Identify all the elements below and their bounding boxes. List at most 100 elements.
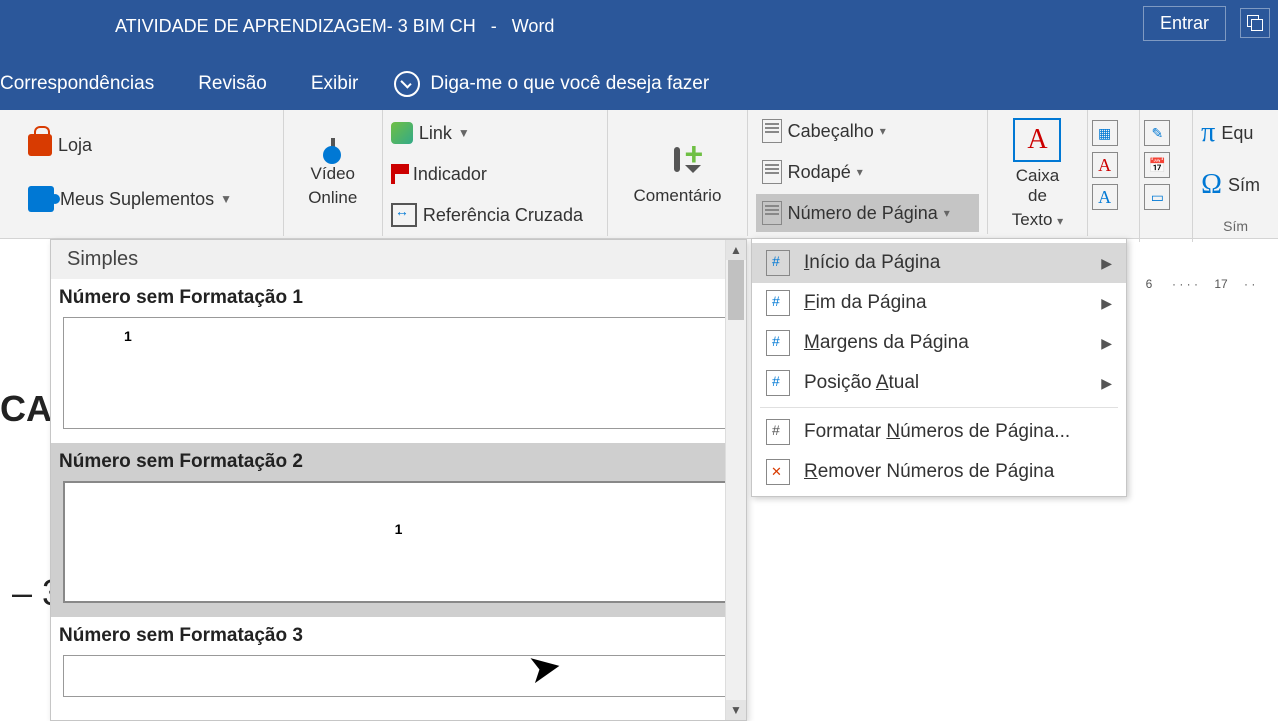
gallery-item-plain-2[interactable]: Número sem Formatação 2 1 [51,443,746,617]
group-text-parts: ▦ A A [1088,110,1141,242]
link-label: Link [419,123,452,144]
lightbulb-icon [394,71,420,97]
bookmark-button[interactable]: Indicador [391,155,599,193]
scroll-down-icon[interactable]: ▼ [726,700,746,720]
object-icon[interactable]: ▭ [1144,184,1170,210]
my-addins-label: Meus Suplementos [60,189,214,210]
my-addins-button[interactable]: Meus Suplementos ▼ [28,180,275,218]
chevron-right-icon: ▶ [1101,375,1112,392]
page-number-label: Número de Página [788,203,938,224]
text-box-button[interactable]: A Caixa de Texto ▾ [996,114,1078,234]
document-name: ATIVIDADE DE APRENDIZAGEM- 3 BIM CH [115,16,476,36]
footer-label: Rodapé [788,162,851,183]
store-label: Loja [58,135,92,156]
gallery-preview: 1 [63,481,734,603]
bookmark-label: Indicador [413,164,487,185]
tab-revisao[interactable]: Revisão [176,57,289,110]
group-header-footer: Cabeçalho ▾ Rodapé ▾ Número de Página ▾ [748,110,989,234]
gallery-item-plain-1[interactable]: Número sem Formatação 1 1 [51,279,746,443]
menu-page-margins[interactable]: Margens da Página ▶ [752,323,1126,363]
header-label: Cabeçalho [788,121,874,142]
bookmark-icon [391,164,395,184]
signature-line-icon[interactable]: ✎ [1144,120,1170,146]
tab-correspondencias[interactable]: Correspondências [0,57,176,110]
menu-top-of-page[interactable]: IInício da Páginanício da Página ▶ [752,243,1126,283]
menu-bottom-of-page[interactable]: Fim da Página ▶ [752,283,1126,323]
quick-parts-icon[interactable]: ▦ [1092,120,1118,146]
page-number-submenu: IInício da Páginanício da Página ▶ Fim d… [751,238,1127,497]
addins-icon [28,186,54,212]
chevron-down-icon: ▾ [880,124,886,138]
online-video-button[interactable]: Vídeo Online [292,114,374,234]
chevron-down-icon: ▼ [220,192,232,206]
window-title: ATIVIDADE DE APRENDIZAGEM- 3 BIM CH - Wo… [115,16,554,37]
chevron-right-icon: ▶ [1101,255,1112,272]
gallery-item-title: Número sem Formatação 2 [59,449,738,481]
ruler[interactable]: 6 · · · · 17 · · [1126,272,1278,296]
remove-numbers-icon [766,459,790,485]
globe-icon [323,146,341,164]
scroll-thumb[interactable] [728,260,744,320]
store-button[interactable]: Loja [28,126,275,164]
wordart-icon[interactable]: A [1092,152,1118,178]
scroll-up-icon[interactable]: ▲ [726,240,746,260]
group-text: A Caixa de Texto ▾ [988,110,1087,236]
restore-window-icon[interactable] [1240,8,1270,38]
gallery-preview: 1 [63,317,734,429]
group-links: Link ▼ Indicador Referência Cruzada [383,110,608,236]
comment-label: Comentário [634,186,722,206]
group-symbols: π Equ Ω Sím Sím [1193,110,1278,236]
cross-reference-icon [391,203,417,227]
equation-label: Equ [1221,123,1253,144]
title-bar: ATIVIDADE DE APRENDIZAGEM- 3 BIM CH - Wo… [0,0,1278,57]
header-icon [762,119,782,143]
date-time-icon[interactable]: 📅 [1144,152,1170,178]
comment-icon [674,147,680,172]
page-margins-icon [766,330,790,356]
chevron-right-icon: ▶ [1101,335,1112,352]
current-position-icon [766,370,790,396]
group-comments: + Comentário [608,110,747,236]
header-button[interactable]: Cabeçalho ▾ [756,112,980,150]
preview-number: 1 [124,328,132,344]
gallery-item-plain-3[interactable]: Número sem Formatação 3 [51,617,746,711]
menu-remove-page-numbers[interactable]: Remover Números de Página [752,452,1126,492]
page-number-icon [762,201,782,225]
chevron-down-icon: ▾ [1057,214,1063,228]
gallery-preview [63,655,734,697]
footer-button[interactable]: Rodapé ▾ [756,153,980,191]
page-number-button[interactable]: Número de Página ▾ [756,194,980,232]
format-numbers-icon [766,419,790,445]
new-comment-button[interactable]: + Comentário [616,114,738,234]
menu-current-position[interactable]: Posição Atual ▶ [752,363,1126,403]
gallery-item-title: Número sem Formatação 1 [59,285,738,317]
scroll-track[interactable] [726,260,746,700]
tell-me-search[interactable]: Diga-me o que você deseja fazer [394,71,709,97]
cross-reference-button[interactable]: Referência Cruzada [391,196,599,234]
menu-format-page-numbers[interactable]: Formatar Números de Página... [752,412,1126,452]
sign-in-button[interactable]: Entrar [1143,6,1226,41]
page-top-icon [766,250,790,276]
symbol-label: Sím [1228,175,1260,196]
app-name: Word [512,16,555,36]
link-button[interactable]: Link ▼ [391,114,599,152]
link-icon [391,122,413,144]
page-number-gallery: Simples Número sem Formatação 1 1 Número… [50,239,747,721]
gallery-section-header: Simples [51,240,746,279]
ribbon: Loja Meus Suplementos ▼ Vídeo Online Lin… [0,110,1278,239]
pi-icon: π [1201,117,1215,149]
chevron-right-icon: ▶ [1101,295,1112,312]
symbol-button[interactable]: Ω Sím [1201,166,1270,204]
document-text-fragment: CA [0,388,52,430]
group-addins: Loja Meus Suplementos ▼ [0,110,284,236]
gallery-scrollbar[interactable]: ▲ ▼ [725,240,746,720]
footer-icon [762,160,782,184]
tab-exibir[interactable]: Exibir [289,57,381,110]
group-text-misc: ✎ 📅 ▭ [1140,110,1193,242]
chevron-down-icon: ▾ [944,206,950,220]
drop-cap-icon[interactable]: A [1092,184,1118,210]
symbols-group-label: Sím [1201,218,1270,234]
chevron-down-icon: ▼ [458,126,470,140]
equation-button[interactable]: π Equ [1201,114,1270,152]
ribbon-tabs: Correspondências Revisão Exibir Diga-me … [0,57,1278,110]
